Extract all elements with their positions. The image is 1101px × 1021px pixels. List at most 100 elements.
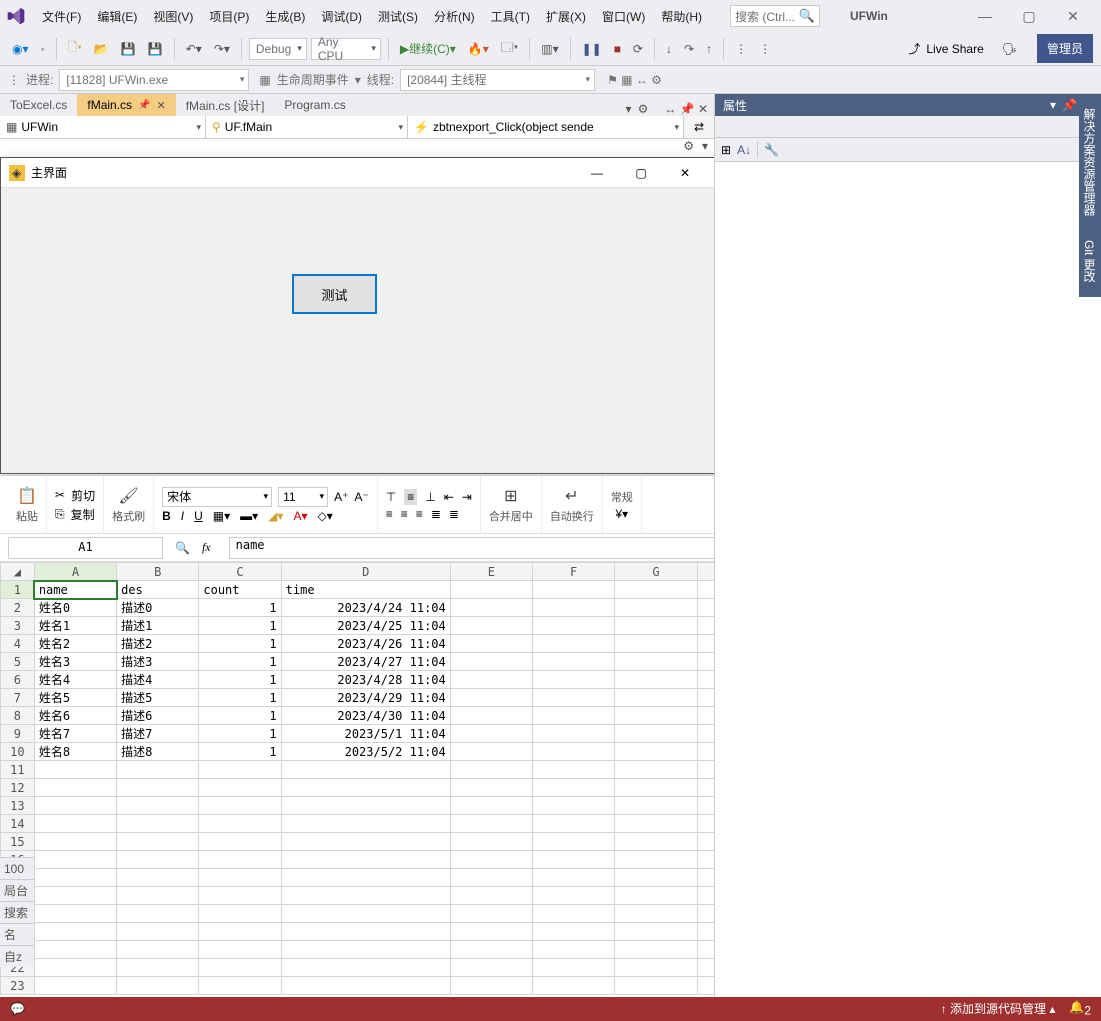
namespace-combo[interactable]: ▦UFWin [0,116,206,138]
align-center-icon[interactable]: ≡ [401,507,408,521]
thread-combo[interactable]: [20844] 主线程 [400,69,595,91]
menu-视图(V)[interactable]: 视图(V) [145,4,201,29]
save-icon[interactable]: 💾 [117,40,140,58]
class-combo[interactable]: ⚲UF.fMain [206,116,408,138]
align-bot-icon[interactable]: ⊥ [425,490,435,504]
pin-icon[interactable]: 📌 [1062,98,1077,112]
align-left-icon[interactable]: ≡ [386,507,393,521]
increase-font-icon[interactable]: A⁺ [334,490,348,504]
notifications-icon[interactable]: 🔔2 [1069,1000,1091,1017]
bottom-tab[interactable]: 自z [0,945,34,967]
font-combo[interactable]: 宋体 [162,487,272,507]
menu-编辑(E)[interactable]: 编辑(E) [89,4,145,29]
wf-maximize-button[interactable]: ▢ [619,159,663,187]
menu-分析(N)[interactable]: 分析(N) [426,4,483,29]
indent-l-icon[interactable]: ⇤ [444,490,454,504]
align-right-icon[interactable]: ≡ [416,507,423,521]
name-box[interactable]: A1 [8,537,163,559]
fwd-icon[interactable]: ◦ [37,40,49,58]
more2-icon[interactable]: ⋮ [755,40,775,58]
test-button[interactable]: 测试 [292,274,377,314]
back-icon[interactable]: ◉▾ [8,40,33,58]
solution-explorer-tab[interactable]: 解决方案资源管理器 [1082,102,1098,222]
menu-文件(F)[interactable]: 文件(F) [34,4,89,29]
merge-icon[interactable]: ⊞ [504,486,517,506]
bottom-tab[interactable]: 名 [0,923,34,945]
fx-icon[interactable]: fx [202,540,211,555]
menu-帮助(H)[interactable]: 帮助(H) [653,4,710,29]
settings-icon[interactable]: ⚙ [638,102,649,116]
copy-icon[interactable]: ⎘ [55,507,65,522]
currency-icon[interactable]: ¥▾ [615,507,628,521]
tab-fMain.cs[interactable]: fMain.cs 📌 ✕ [77,94,175,116]
properties-object-combo[interactable] [715,116,1101,138]
stepout-icon[interactable]: ↑ [702,40,716,58]
restart-icon[interactable]: ⟳ [629,40,647,58]
dist-icon[interactable]: ≣ [431,507,441,521]
font-color-icon[interactable]: A▾ [293,509,307,523]
source-control-button[interactable]: ↑ 添加到源代码管理 ▴ [941,1000,1056,1017]
method-combo[interactable]: ⚡zbtnexport_Click(object sende [408,116,684,138]
redo-icon[interactable]: ↷▾ [210,40,234,58]
menu-扩展(X)[interactable]: 扩展(X) [538,4,594,29]
align-top-icon[interactable]: ⊤ [386,490,396,504]
more1-icon[interactable]: ⋮ [731,40,751,58]
menu-生成(B)[interactable]: 生成(B) [257,4,313,29]
menu-窗口(W)[interactable]: 窗口(W) [594,4,653,29]
menu-项目(P)[interactable]: 项目(P) [201,4,257,29]
wrench-icon[interactable]: 🔧 [764,143,779,157]
continue-button[interactable]: ▶ 继续(C)▾ [396,38,460,59]
tab-dropdown-icon[interactable]: ▾ [626,102,632,116]
process-combo[interactable]: [11828] UFWin.exe [59,69,249,91]
window-titlebar[interactable]: ◈ 主界面 — ▢ ✕ [1,158,714,188]
properties-header[interactable]: 属性 ▾📌✕ [715,94,1101,116]
menu-测试(S)[interactable]: 测试(S) [370,4,426,29]
bottom-tab[interactable]: 局台 [0,879,34,901]
new-icon[interactable]: 🗋▾ [64,36,86,61]
maximize-button[interactable]: ▢ [1007,1,1051,31]
browser-icon[interactable]: 🗔▾ [497,36,522,61]
cut-icon[interactable]: ✂ [55,488,65,502]
size-combo[interactable]: 11 [278,487,328,507]
fill-icon[interactable]: ▬▾ [240,509,258,523]
search-input[interactable]: 搜索 (Ctrl... 🔍 [730,5,820,27]
wrap-icon[interactable]: ↵ [565,486,578,506]
git-changes-tab[interactable]: Git 更改 [1082,234,1098,289]
feedback-icon[interactable]: 🗣 [1002,42,1017,56]
gear-icon[interactable]: ⚙ [683,139,694,153]
bold-icon[interactable]: B [162,509,171,523]
undo-icon[interactable]: ↶▾ [182,40,206,58]
more-icon[interactable]: ◇▾ [317,509,332,523]
stop-icon[interactable]: ■ [610,40,625,58]
wf-minimize-button[interactable]: — [575,159,619,187]
menu-工具(T)[interactable]: 工具(T) [483,4,538,29]
zoom-icon[interactable]: 🔍 [175,541,190,555]
bottom-tab[interactable]: 100 [0,857,34,879]
align-mid-icon[interactable]: ≡ [404,489,417,505]
minimize-button[interactable]: — [963,1,1007,31]
close-button[interactable]: ✕ [1051,1,1095,31]
indent-r-icon[interactable]: ⇥ [462,490,472,504]
live-share-icon[interactable]: ⤴ [908,40,920,57]
config-combo[interactable]: Debug [249,38,307,60]
italic-icon[interactable]: I [181,509,184,523]
pause-icon[interactable]: ❚❚ [578,40,606,58]
stepinto-icon[interactable]: ↓ [662,40,676,58]
menu-调试(D)[interactable]: 调试(D) [313,4,370,29]
hot-reload-icon[interactable]: 🔥▾ [464,40,493,58]
decrease-font-icon[interactable]: A⁻ [354,490,368,504]
paste-icon[interactable]: 📋 [17,486,37,506]
alpha-sort-icon[interactable]: A↓ [737,143,751,157]
format-painter-icon[interactable]: 🖌 [118,486,138,506]
saveall-icon[interactable]: 💾 [144,40,167,58]
live-share-button[interactable]: Live Share [926,42,983,56]
bottom-tab[interactable]: 搜索 [0,901,34,923]
open-icon[interactable]: 📂 [90,40,113,58]
fill2-icon[interactable]: ◢▾ [268,509,283,523]
spreadsheet-grid[interactable]: ◢ABCDEFGH1namedescounttime2姓名0描述012023/4… [0,562,714,995]
platform-combo[interactable]: Any CPU [311,38,381,60]
formula-input[interactable]: name [229,537,714,559]
layout-icon[interactable]: ▥▾ [537,40,562,58]
border-icon[interactable]: ▦▾ [213,509,230,523]
tab-Program.cs[interactable]: Program.cs [274,94,355,116]
